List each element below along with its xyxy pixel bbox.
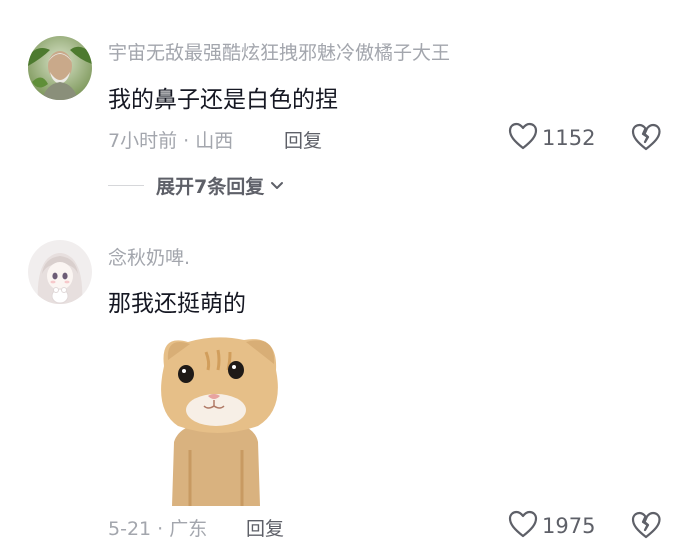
heart-outline-icon [508, 510, 538, 542]
like-button[interactable]: 1975 [508, 510, 595, 542]
comment-time-location: 5-21 · 广东 [108, 518, 208, 540]
broken-heart-icon [630, 123, 662, 156]
like-count: 1152 [542, 126, 596, 150]
user-avatar[interactable] [28, 36, 92, 100]
chevron-down-icon [270, 181, 284, 191]
comment-username[interactable]: 宇宙无敌最强酷炫狂拽邪魅冷傲橘子大王 [108, 38, 450, 65]
dislike-button[interactable] [630, 122, 662, 156]
reply-button[interactable]: 回复 [246, 514, 284, 541]
comment-text: 那我还挺萌的 [108, 291, 246, 317]
expand-divider [108, 185, 144, 186]
comment-text: 我的鼻子还是白色的捏 [108, 87, 338, 113]
comment-time-location: 7小时前 · 山西 [108, 130, 234, 152]
reply-button[interactable]: 回复 [284, 126, 322, 153]
user-avatar[interactable] [28, 240, 92, 304]
orange-kitten-sticker[interactable] [150, 330, 286, 506]
expand-replies-button[interactable]: 展开7条回复 [108, 172, 284, 199]
heart-outline-icon [508, 122, 538, 154]
dislike-button[interactable] [630, 510, 662, 544]
broken-heart-icon [630, 511, 662, 544]
like-count: 1975 [542, 514, 596, 538]
comment-username[interactable]: 念秋奶啤. [108, 243, 190, 270]
like-button[interactable]: 1152 [508, 122, 595, 154]
expand-replies-label: 展开7条回复 [156, 176, 265, 198]
